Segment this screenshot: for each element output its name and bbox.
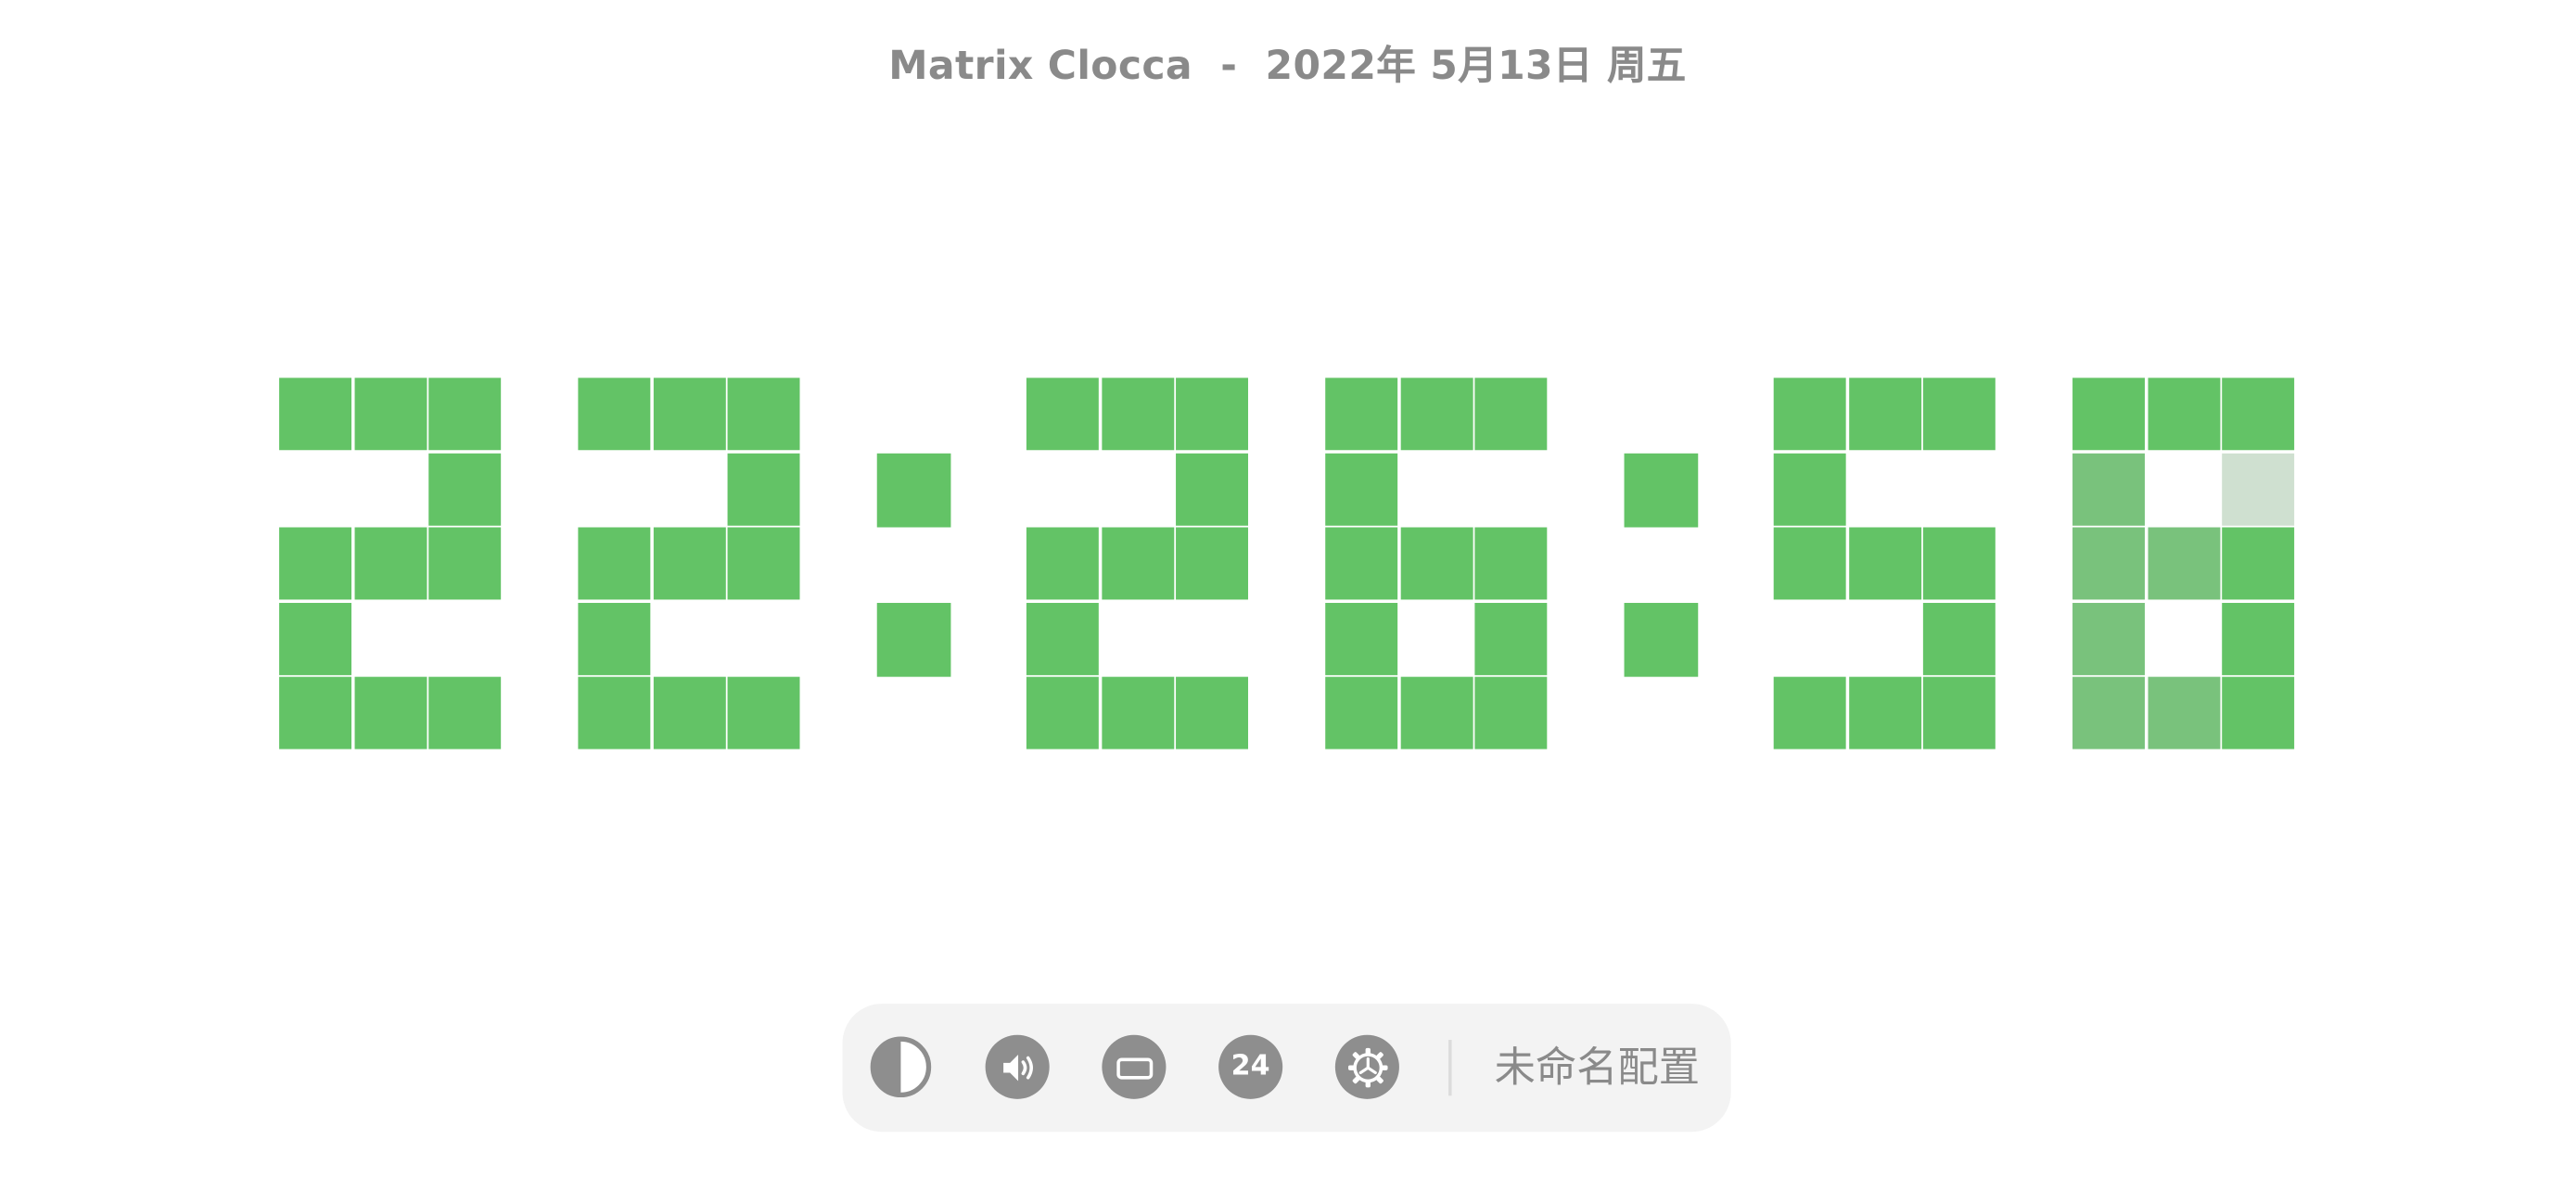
theme-toggle-button[interactable] bbox=[869, 1035, 933, 1099]
matrix-cell bbox=[578, 378, 651, 451]
matrix-cell bbox=[279, 676, 352, 749]
matrix-cell bbox=[279, 602, 352, 675]
matrix-cell bbox=[653, 676, 726, 749]
matrix-cell bbox=[727, 378, 800, 451]
matrix-cell bbox=[1849, 378, 1922, 451]
matrix-cell bbox=[1474, 602, 1548, 675]
matrix-cell bbox=[1176, 453, 1248, 526]
matrix-cell bbox=[1176, 676, 1248, 749]
matrix-cell bbox=[1922, 602, 1996, 675]
sound-toggle-button[interactable] bbox=[985, 1034, 1050, 1099]
config-name-label[interactable]: 未命名配置 bbox=[1495, 1040, 1700, 1095]
matrix-cell bbox=[1026, 527, 1099, 600]
colon-dot-bottom bbox=[1624, 602, 1699, 677]
matrix-cell bbox=[578, 676, 651, 749]
matrix-cell bbox=[1922, 527, 1996, 600]
colon-dot-bottom bbox=[876, 602, 951, 677]
matrix-cell bbox=[2072, 602, 2145, 675]
matrix-cell bbox=[1400, 378, 1473, 451]
matrix-cell bbox=[1474, 527, 1548, 600]
matrix-cell bbox=[1325, 676, 1398, 749]
matrix-cell bbox=[1026, 602, 1099, 675]
matrix-cell bbox=[2148, 527, 2221, 600]
clock-digit-minute-ones bbox=[1325, 378, 1550, 752]
hour-format-button[interactable]: 24 bbox=[1218, 1034, 1283, 1099]
matrix-cell bbox=[2148, 676, 2221, 749]
matrix-cell bbox=[1773, 453, 1846, 526]
contrast-icon bbox=[870, 1036, 932, 1098]
matrix-cell bbox=[428, 378, 502, 451]
matrix-cell bbox=[1773, 378, 1846, 451]
clock-digit-hour-tens bbox=[279, 378, 504, 752]
matrix-cell bbox=[578, 527, 651, 600]
matrix-cell bbox=[578, 602, 651, 675]
matrix-cell bbox=[279, 527, 352, 600]
matrix-cell bbox=[1102, 676, 1175, 749]
matrix-cell bbox=[1773, 676, 1846, 749]
matrix-cell bbox=[354, 676, 427, 749]
matrix-cell bbox=[1026, 676, 1099, 749]
matrix-cell bbox=[2222, 378, 2295, 451]
clock-digit-hour-ones bbox=[578, 378, 803, 752]
matrix-cell bbox=[1849, 527, 1922, 600]
matrix-cell bbox=[1773, 527, 1846, 600]
24h-icon: 24 bbox=[1231, 1049, 1270, 1083]
matrix-cell bbox=[1400, 527, 1473, 600]
matrix-cell bbox=[727, 676, 800, 749]
matrix-cell bbox=[1474, 676, 1548, 749]
speaker-icon bbox=[1002, 1054, 1033, 1081]
matrix-cell bbox=[428, 453, 502, 526]
matrix-cell bbox=[2222, 602, 2295, 675]
gear-icon bbox=[1347, 1047, 1387, 1087]
matrix-cell bbox=[1400, 676, 1473, 749]
matrix-cell bbox=[1849, 676, 1922, 749]
bottom-toolbar: 24 未命名配置 bbox=[842, 1004, 1731, 1133]
matrix-cell bbox=[727, 453, 800, 526]
matrix-cell bbox=[1325, 527, 1398, 600]
matrix-cell bbox=[1474, 378, 1548, 451]
matrix-cell bbox=[279, 378, 352, 451]
clock-digit-second-tens bbox=[1773, 378, 1999, 752]
matrix-cell bbox=[1102, 378, 1175, 451]
matrix-cell bbox=[2072, 527, 2145, 600]
matrix-cell bbox=[2072, 378, 2145, 451]
clock-digit-minute-tens bbox=[1026, 378, 1252, 752]
matrix-cell bbox=[1102, 527, 1175, 600]
matrix-cell bbox=[2222, 453, 2295, 526]
matrix-cell bbox=[1026, 378, 1099, 451]
colon-dot-top bbox=[876, 453, 951, 528]
matrix-cell bbox=[1922, 676, 1996, 749]
matrix-cell bbox=[1176, 527, 1248, 600]
settings-button[interactable] bbox=[1334, 1034, 1399, 1099]
fullscreen-toggle-button[interactable] bbox=[1102, 1034, 1167, 1099]
matrix-cell bbox=[1325, 378, 1398, 451]
matrix-cell bbox=[2148, 378, 2221, 451]
matrix-cell bbox=[1176, 378, 1248, 451]
matrix-cell bbox=[727, 527, 800, 600]
colon-dot-top bbox=[1624, 453, 1699, 528]
matrix-cell bbox=[653, 527, 726, 600]
matrix-cell bbox=[653, 378, 726, 451]
matrix-cell bbox=[428, 527, 502, 600]
matrix-cell bbox=[2222, 676, 2295, 749]
matrix-cell bbox=[1922, 378, 1996, 451]
matrix-cell bbox=[354, 527, 427, 600]
matrix-cell bbox=[1325, 602, 1398, 675]
matrix-cell bbox=[428, 676, 502, 749]
matrix-cell bbox=[2072, 453, 2145, 526]
matrix-cell bbox=[354, 378, 427, 451]
display-icon bbox=[1116, 1057, 1153, 1079]
matrix-cell bbox=[2072, 676, 2145, 749]
toolbar-divider bbox=[1448, 1040, 1452, 1096]
matrix-cell bbox=[1325, 453, 1398, 526]
clock-digit-second-ones bbox=[2072, 378, 2298, 752]
matrix-cell bbox=[2222, 527, 2295, 600]
